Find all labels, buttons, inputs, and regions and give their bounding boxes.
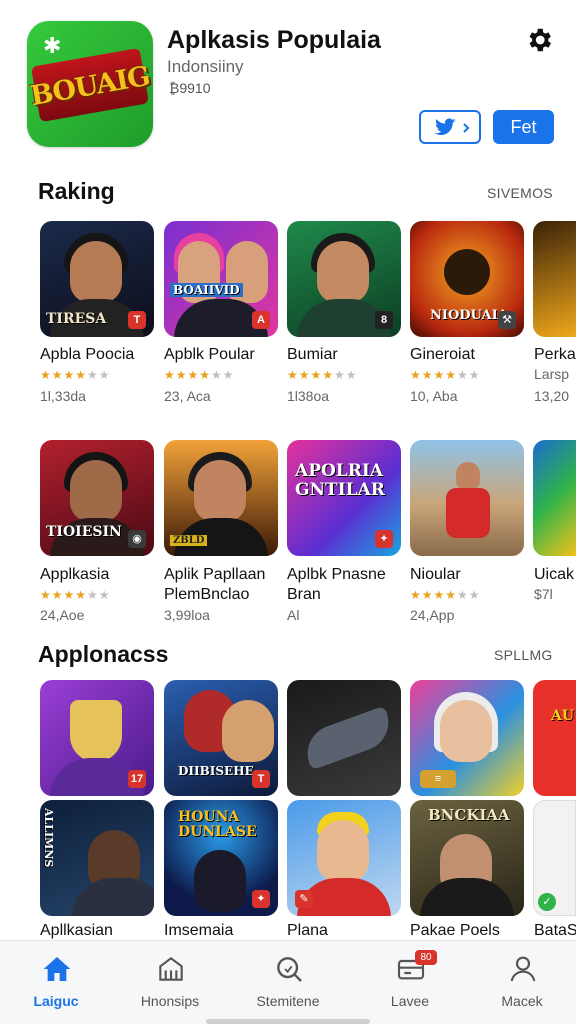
app-name: Gineroiat bbox=[410, 346, 475, 363]
nav-label: Macek bbox=[501, 993, 543, 1009]
app-name: Imsemaia bbox=[164, 922, 234, 939]
nav-label: Stemitene bbox=[256, 993, 320, 1009]
app-meta: 1l38oa bbox=[287, 388, 330, 404]
app-tile[interactable]: HOUNA DUNLASE ✦ bbox=[164, 800, 278, 916]
app-tile[interactable]: APOLRIA GNTILAR ✦ bbox=[287, 440, 401, 556]
twitter-bird-icon bbox=[434, 118, 470, 136]
sparkle-icon: ✱ bbox=[43, 33, 62, 58]
app-tile[interactable] bbox=[533, 440, 576, 556]
app-tile[interactable]: TIOIESIN ◉ bbox=[40, 440, 154, 556]
app-meta: Al bbox=[287, 607, 300, 623]
section-title-applications: Applonacss bbox=[38, 641, 169, 667]
app-tile[interactable]: BOAIIVID A bbox=[164, 221, 278, 337]
see-more-link[interactable]: SPLLMG bbox=[494, 647, 553, 663]
app-name: Aplbk Pnasne bbox=[287, 566, 386, 583]
rating-stars: ★★★★★★ bbox=[287, 368, 358, 382]
home-icon bbox=[43, 957, 71, 981]
rating-stars: ★★★★★★ bbox=[410, 368, 481, 382]
nav-profile[interactable]: Macek bbox=[467, 941, 576, 1024]
app-tile[interactable]: 8 bbox=[287, 221, 401, 337]
app-name: Aplik Papllaan bbox=[164, 566, 266, 583]
nav-home[interactable]: Laiguc bbox=[1, 941, 111, 1024]
share-twitter-button[interactable] bbox=[419, 110, 481, 144]
app-meta: $7l bbox=[534, 586, 553, 602]
app-subtext: Larsp bbox=[534, 366, 570, 382]
settings-gear-icon[interactable] bbox=[524, 25, 554, 55]
app-meta: 24,Aoe bbox=[40, 607, 85, 623]
app-subtitle: Indonsiiny bbox=[167, 57, 244, 76]
nav-search[interactable]: Stemitene bbox=[233, 941, 343, 1024]
nav-label: Laiguc bbox=[33, 993, 79, 1009]
app-meta: 10, Aba bbox=[410, 388, 458, 404]
app-meta: 13,20 bbox=[534, 388, 570, 404]
app-tile[interactable]: ✓ bbox=[533, 800, 576, 916]
nav-label: Lavee bbox=[390, 993, 430, 1009]
app-tile[interactable]: ALLIMNS bbox=[40, 800, 154, 916]
rating-stars: ★★★★★★ bbox=[40, 588, 111, 602]
app-meta: 24,App bbox=[410, 607, 455, 623]
app-name: Apbla Poocia bbox=[40, 346, 135, 363]
app-name: Bumiar bbox=[287, 346, 338, 363]
section-title-ranking: Raking bbox=[38, 178, 115, 204]
app-name: Apblk Poular bbox=[164, 346, 255, 363]
app-name: Pakae Poels bbox=[410, 922, 500, 939]
app-name: BataS bbox=[534, 922, 576, 939]
search-icon bbox=[277, 957, 302, 982]
rating-stars: ★★★★★★ bbox=[40, 368, 111, 382]
nav-store[interactable]: Hnonsips bbox=[115, 941, 225, 1024]
app-meta: 3,99loa bbox=[164, 607, 210, 623]
bottom-navigation: Laiguc Hnonsips Stemitene 80 Lavee Macek bbox=[0, 940, 576, 1024]
home-indicator[interactable] bbox=[206, 1019, 370, 1024]
nav-label: Hnonsips bbox=[140, 993, 200, 1009]
app-name: Perka bbox=[534, 346, 576, 363]
page-title: Aplkasis Populaia bbox=[167, 26, 381, 54]
notification-badge: 80 bbox=[415, 950, 437, 965]
rating-stars: ★★★★★★ bbox=[164, 368, 235, 382]
app-name-line2: Bran bbox=[287, 586, 321, 603]
app-tile[interactable]: ZBLD bbox=[164, 440, 278, 556]
app-tile[interactable]: ≡ bbox=[410, 680, 524, 796]
app-tile[interactable]: NIODUAIA ⚒ bbox=[410, 221, 524, 337]
app-header: ✱ BOUAIG Aplkasis Populaia Indonsiiny ₿9… bbox=[0, 0, 576, 160]
app-tile[interactable]: BNCKIAA bbox=[410, 800, 524, 916]
app-tile[interactable]: DIIBISEHE T bbox=[164, 680, 278, 796]
profile-icon bbox=[510, 956, 536, 982]
app-tile[interactable] bbox=[410, 440, 524, 556]
app-name: Nioular bbox=[410, 566, 461, 583]
app-tile[interactable] bbox=[533, 221, 576, 337]
app-tile[interactable] bbox=[287, 680, 401, 796]
rating-stars: ★★★★★★ bbox=[410, 588, 481, 602]
app-name: Plana bbox=[287, 922, 328, 939]
nav-library[interactable]: 80 Lavee bbox=[355, 941, 465, 1024]
app-name: Apllkasian bbox=[40, 922, 113, 939]
app-name-line2: PlemBnclao bbox=[164, 586, 250, 603]
app-meta: 1l,33da bbox=[40, 388, 86, 404]
app-tile[interactable]: 17 bbox=[40, 680, 154, 796]
app-tile[interactable]: ✎ bbox=[287, 800, 401, 916]
app-name: Uicak bbox=[534, 566, 575, 583]
app-name: Applkasia bbox=[40, 566, 110, 583]
store-icon bbox=[159, 957, 183, 981]
see-more-link[interactable]: SIVEMOS bbox=[487, 185, 553, 201]
app-count: ₿9910 bbox=[169, 80, 211, 96]
app-meta: 23, Aca bbox=[164, 388, 211, 404]
app-tile[interactable]: TIRESA T bbox=[40, 221, 154, 337]
app-logo: ✱ BOUAIG bbox=[27, 21, 153, 147]
get-button[interactable]: Fet bbox=[493, 110, 554, 144]
app-tile[interactable]: AU bbox=[533, 680, 576, 796]
